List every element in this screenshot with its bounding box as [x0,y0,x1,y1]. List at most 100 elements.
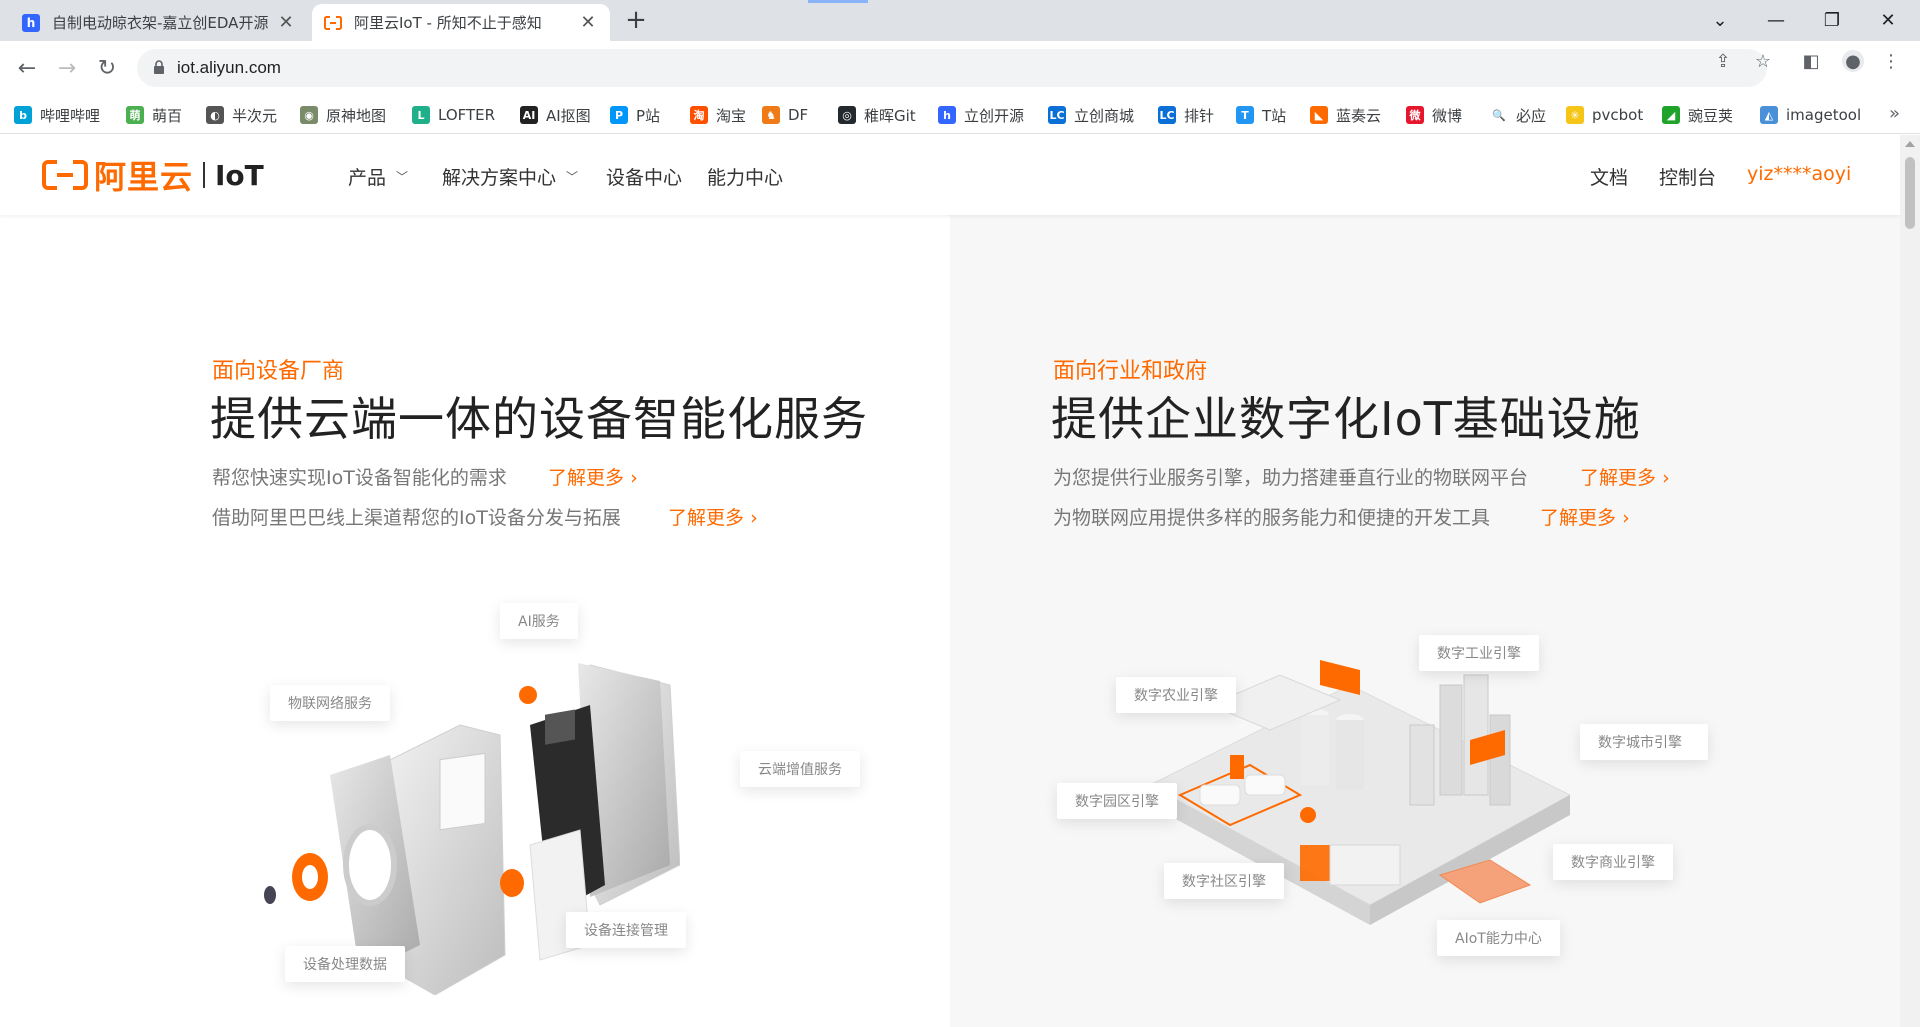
bookmark-favicon-icon: ◉ [300,106,318,124]
tab-close-icon[interactable]: ✕ [276,12,296,33]
bookmark-item[interactable]: LC 立创商城 [1048,103,1134,127]
browser-tab-strip: h 自制电动晾衣架-嘉立创EDA开源 ✕ 阿里云IoT - 所知不止于感知 ✕ … [0,0,1920,41]
back-arrow-icon[interactable]: ← [12,53,42,83]
browser-tab-lceda[interactable]: h 自制电动晾衣架-嘉立创EDA开源 ✕ [10,4,308,41]
bookmark-label: 立创商城 [1074,106,1135,125]
bookmark-label: 哔哩哔哩 [40,106,101,125]
aliyun-favicon-icon [324,13,342,32]
bookmark-label: T站 [1262,106,1287,125]
bookmark-favicon-icon: ◢ [1662,106,1680,124]
minimize-icon[interactable]: — [1748,0,1804,41]
bookmark-favicon-icon: L [412,106,430,124]
bookmarks-overflow-icon[interactable]: » [1889,103,1900,124]
learn-more-link[interactable]: 了解更多 › [1540,503,1630,530]
lock-icon [154,60,164,74]
bookmark-item[interactable]: ◎ 稚晖Git [838,103,916,127]
bookmark-favicon-icon: ✳ [1566,106,1584,124]
bookmark-item[interactable]: 萌萌百 [126,103,182,127]
new-tab-plus-icon[interactable]: + [622,6,650,34]
bookmark-item[interactable]: P P站 [610,103,660,127]
bookmark-item[interactable]: 🔍 必应 [1490,103,1546,127]
bookmark-favicon-icon: 淘 [690,106,708,124]
nav-device-center[interactable]: 设备中心 [606,163,682,190]
bookmark-favicon-icon: 萌 [126,106,144,124]
side-panel-icon[interactable]: ◧ [1800,50,1822,72]
industry-government-section: 面向行业和政府 提供企业数字化IoT基础设施 为您提供行业服务引擎，助力搭建垂直… [950,215,1900,1027]
section-eyebrow: 面向行业和政府 [1053,359,1208,384]
profile-avatar-icon[interactable]: ● [1842,50,1864,72]
reload-icon[interactable]: ↻ [92,53,122,83]
bookmark-item[interactable]: 淘淘宝 [690,103,746,127]
docs-link[interactable]: 文档 [1590,163,1628,190]
bookmark-favicon-icon: ◭ [1760,106,1778,124]
bookmark-item[interactable]: 微微博 [1406,103,1462,127]
nav-capability-center[interactable]: 能力中心 [707,163,783,190]
scrollbar-thumb[interactable] [1905,157,1915,229]
illustration-label: AIoT能力中心 [1437,920,1560,956]
device-vendor-section: 面向设备厂商 提供云端一体的设备智能化服务 帮您快速实现IoT设备智能化的需求 … [0,215,950,1027]
tab-close-icon[interactable]: ✕ [578,12,598,33]
bookmark-label: 必应 [1516,106,1547,125]
bookmark-label: 萌百 [152,106,183,125]
browser-tab-aliyun-iot[interactable]: 阿里云IoT - 所知不止于感知 ✕ [312,4,610,41]
menu-kebab-icon[interactable]: ⋮ [1880,50,1902,72]
browser-toolbar: ← → ↻ iot.aliyun.com ⇪ ☆ ◧ ● ⋮ [0,41,1920,97]
tab-search-chevron-down-icon[interactable]: ⌄ [1692,0,1748,41]
section-description: 为物联网应用提供多样的服务能力和便捷的开发工具 [1053,507,1491,529]
learn-more-link[interactable]: 了解更多 › [668,503,758,530]
bookmark-item[interactable]: L LOFTER [412,103,495,127]
aliyun-iot-logo[interactable]: 阿里云 IoT [42,157,264,196]
learn-more-label: 了解更多 [668,507,745,529]
logo-divider [203,162,206,188]
bookmark-label: pvcbot [1592,106,1644,124]
url-text: iot.aliyun.com [177,58,281,77]
nav-solutions[interactable]: 解决方案中心 ﹀ [442,163,578,190]
share-icon[interactable]: ⇪ [1712,50,1734,72]
illustration-label: 数字社区引擎 [1164,863,1284,899]
chevron-right-icon: › [1622,507,1630,529]
bookmark-item[interactable]: T T站 [1236,103,1286,127]
chevron-down-icon: ﹀ [396,170,409,184]
bookmark-label: 微博 [1432,106,1463,125]
illustration-label: AI服务 [500,603,578,639]
bookmark-favicon-icon: AI [520,106,538,124]
bookmark-item[interactable]: ◉ 原神地图 [300,103,386,127]
learn-more-label: 了解更多 [548,467,625,489]
close-window-icon[interactable]: ✕ [1860,0,1916,41]
nav-label: 产品 [348,167,387,189]
learn-more-link[interactable]: 了解更多 › [548,463,638,490]
section-description: 借助阿里巴巴线上渠道帮您的IoT设备分发与拓展 [212,507,621,529]
nav-products[interactable]: 产品 ﹀ [348,163,408,190]
console-link[interactable]: 控制台 [1659,163,1716,190]
bookmark-item[interactable]: ♞ DF [762,103,808,127]
bookmark-item[interactable]: LC 排针 [1158,103,1214,127]
address-bar[interactable]: iot.aliyun.com [137,49,1767,87]
bookmark-item[interactable]: b 哔哩哔哩 [14,103,100,127]
restore-icon[interactable]: ❐ [1804,0,1860,41]
bookmark-item[interactable]: h 立创开源 [938,103,1024,127]
bookmark-star-icon[interactable]: ☆ [1752,50,1774,72]
bookmark-item[interactable]: ◢ 豌豆荚 [1662,103,1733,127]
bookmark-item[interactable]: ◣ 蓝奏云 [1310,103,1381,127]
bookmark-item[interactable]: AI AI抠图 [520,103,591,127]
section-headline: 提供企业数字化IoT基础设施 [1051,392,1641,446]
learn-more-link[interactable]: 了解更多 › [1580,463,1670,490]
bookmark-item[interactable]: ◐ 半次元 [206,103,277,127]
section-eyebrow: 面向设备厂商 [212,359,345,384]
page-scrollbar[interactable] [1900,135,1920,1027]
chevron-right-icon: › [750,507,758,529]
bookmark-label: 立创开源 [964,106,1025,125]
bookmark-favicon-icon: ◎ [838,106,856,124]
forward-arrow-icon[interactable]: → [52,53,82,83]
scroll-up-arrow-icon[interactable] [1905,141,1915,147]
section-headline: 提供云端一体的设备智能化服务 [210,392,868,446]
bookmarks-bar: b 哔哩哔哩 萌萌百 ◐ 半次元 ◉ 原神地图 L LOFTER AI AI抠图 P P站 淘淘宝 ♞ DF ◎… [0,97,1920,134]
bookmark-item[interactable]: ✳ pvcbot [1566,103,1643,127]
user-account-link[interactable]: yiz****aoyi [1747,163,1851,185]
bookmark-favicon-icon: T [1236,106,1254,124]
illustration-label: 数字商业引擎 [1553,844,1673,880]
bookmark-item[interactable]: ◭ imagetool [1760,103,1861,127]
illustration-label: 云端增值服务 [740,751,860,787]
bookmark-favicon-icon: ◐ [206,106,224,124]
bookmark-favicon-icon: h [938,106,956,124]
